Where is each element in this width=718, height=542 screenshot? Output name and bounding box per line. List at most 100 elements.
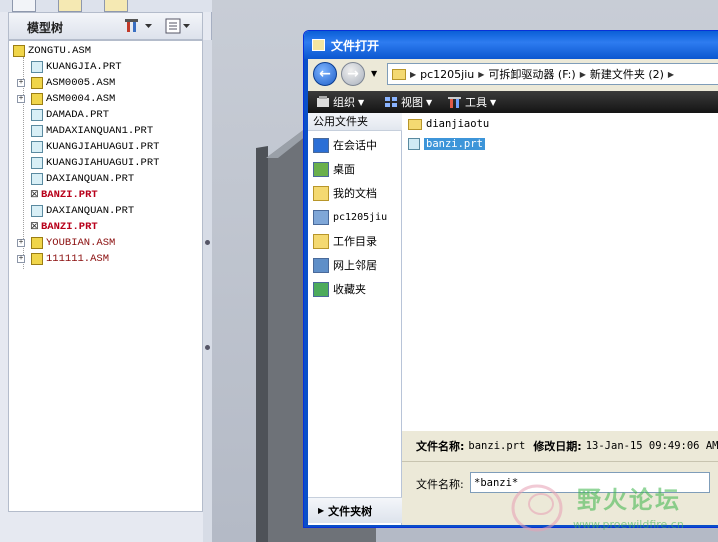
model-tree: ZONGTU.ASM KUANGJIA.PRT + ASM0005.ASM + ASM00…: [8, 40, 203, 512]
list-icon: [165, 18, 181, 34]
file-list: dianjiaotu banzi.prt: [402, 113, 718, 431]
tools-icon: [448, 97, 461, 108]
dialog-titlebar[interactable]: 文件打开: [304, 31, 718, 59]
tree-settings-button[interactable]: [125, 17, 152, 35]
monitor-icon: [313, 137, 329, 153]
file-open-dialog: 文件打开 ← → ▼ ▶ pc1205jiu ▶ 可拆卸驱动器 (F:) ▶ 新…: [303, 30, 718, 528]
tab-favorites[interactable]: [104, 0, 128, 12]
back-button[interactable]: ←: [313, 62, 337, 86]
expand-toggle-icon[interactable]: +: [17, 95, 25, 103]
tab-folder-browser[interactable]: [58, 0, 82, 12]
documents-folder-icon: [313, 185, 329, 201]
tree-item[interactable]: MADAXIANQUAN1.PRT: [9, 123, 199, 139]
part-icon: [31, 157, 43, 169]
path-breadcrumb[interactable]: ▶ pc1205jiu ▶ 可拆卸驱动器 (F:) ▶ 新建文件夹 (2) ▶: [387, 63, 718, 85]
organize-menu[interactable]: 组织 ▼: [316, 94, 364, 110]
panel-splitter[interactable]: [203, 40, 212, 542]
assembly-icon: [31, 237, 43, 249]
part-icon: [31, 125, 43, 137]
part-icon: [31, 141, 43, 153]
tree-item[interactable]: + ASM0005.ASM: [9, 75, 199, 91]
sidebar-item-my-documents[interactable]: 我的文档: [313, 183, 377, 203]
sidebar-header: 公用文件夹: [308, 113, 402, 131]
triangle-right-icon: ▶: [318, 506, 325, 515]
computer-icon: [313, 209, 329, 225]
folder-icon: [392, 68, 406, 80]
tree-item-label: KUANGJIAHUAGUI.PRT: [46, 157, 160, 169]
tree-item-label: KUANGJIAHUAGUI.PRT: [46, 141, 160, 153]
folder-tree-toggle[interactable]: ▶ 文件夹树: [308, 497, 402, 523]
model-tree-panel: 模型树 ZONGTU.ASM KUANGJIA.PRT + ASM0005.ASM + A…: [0, 0, 212, 542]
filename-row: 文件名称:: [402, 461, 718, 525]
suppressed-mark-icon: ⊠: [30, 189, 39, 201]
list-item-file[interactable]: banzi.prt: [408, 135, 485, 153]
breadcrumb-item[interactable]: pc1205jiu: [420, 68, 474, 81]
sidebar-item-desktop[interactable]: 桌面: [313, 159, 355, 179]
tree-item-label: MADAXIANQUAN1.PRT: [46, 125, 154, 137]
tools-menu[interactable]: 工具 ▼: [448, 94, 496, 110]
forward-button[interactable]: →: [341, 62, 365, 86]
address-bar: ← → ▼ ▶ pc1205jiu ▶ 可拆卸驱动器 (F:) ▶ 新建文件夹 …: [308, 59, 718, 91]
favorites-icon: [313, 281, 329, 297]
sidebar-item-session[interactable]: 在会话中: [313, 135, 377, 155]
chevron-down-icon: ▼: [426, 97, 433, 107]
tree-item[interactable]: KUANGJIAHUAGUI.PRT: [9, 139, 199, 155]
tree-item[interactable]: KUANGJIAHUAGUI.PRT: [9, 155, 199, 171]
sidebar-item-working-directory[interactable]: 工作目录: [313, 231, 377, 251]
sidebar-item-network[interactable]: 网上邻居: [313, 255, 377, 275]
tree-item[interactable]: DAXIANQUAN.PRT: [9, 203, 199, 219]
tree-item-label: BANZI.PRT: [41, 189, 98, 201]
assembly-icon: [31, 253, 43, 265]
tree-item[interactable]: DAMADA.PRT: [9, 107, 199, 123]
filename-input[interactable]: [470, 472, 710, 493]
tree-item[interactable]: ZONGTU.ASM: [9, 43, 199, 59]
expand-toggle-icon[interactable]: +: [17, 239, 25, 247]
tree-item-label: 111111.ASM: [46, 253, 110, 265]
dialog-folder-icon: [312, 39, 325, 51]
sidebar-item-favorites[interactable]: 收藏夹: [313, 279, 366, 299]
part-icon: [31, 173, 43, 185]
tree-item-label: KUANGJIA.PRT: [46, 61, 122, 73]
breadcrumb-item[interactable]: 新建文件夹 (2): [590, 66, 664, 82]
part-icon: [31, 61, 43, 73]
network-icon: [313, 257, 329, 273]
panel-tabs: [0, 0, 212, 12]
folder-icon: [408, 118, 422, 130]
expand-toggle-icon[interactable]: +: [17, 79, 25, 87]
tree-item-label: BANZI.PRT: [41, 221, 98, 233]
arrow-left-icon: ←: [319, 66, 331, 82]
dialog-title: 文件打开: [331, 39, 380, 53]
tree-item-label: YOUBIAN.ASM: [46, 237, 116, 249]
tree-item-label: ASM0005.ASM: [46, 77, 116, 89]
tree-show-button[interactable]: [165, 17, 190, 35]
chevron-down-icon: ▼: [490, 97, 497, 107]
tree-item[interactable]: ⊠ BANZI.PRT: [9, 219, 199, 235]
views-menu[interactable]: 视图 ▼: [384, 94, 432, 110]
chevron-down-icon: [145, 23, 152, 28]
model-tree-title: 模型树: [27, 21, 64, 35]
tree-item[interactable]: +111111.ASM: [9, 251, 199, 267]
part-icon: [31, 205, 43, 217]
part-file-icon: [408, 138, 420, 150]
sidebar-item-computer[interactable]: pc1205jiu: [313, 207, 387, 227]
expand-toggle-icon[interactable]: +: [17, 255, 25, 263]
tools-icon: [125, 19, 138, 32]
part-icon: [31, 109, 43, 121]
history-dropdown[interactable]: ▼: [371, 69, 377, 78]
tree-item-label: DAXIANQUAN.PRT: [46, 173, 135, 185]
working-folder-icon: [313, 233, 329, 249]
tree-item[interactable]: KUANGJIA.PRT: [9, 59, 199, 75]
tab-model-tree[interactable]: [12, 0, 36, 12]
chevron-down-icon: [183, 23, 190, 28]
tree-item[interactable]: + ASM0004.ASM: [9, 91, 199, 107]
views-icon: [385, 97, 397, 107]
assembly-icon: [31, 93, 43, 105]
tree-item[interactable]: DAXIANQUAN.PRT: [9, 171, 199, 187]
list-item-folder[interactable]: dianjiaotu: [408, 115, 489, 133]
tree-item[interactable]: + YOUBIAN.ASM: [9, 235, 199, 251]
tree-item[interactable]: ⊠ BANZI.PRT: [9, 187, 199, 203]
assembly-icon: [31, 77, 43, 89]
breadcrumb-item[interactable]: 可拆卸驱动器 (F:): [488, 66, 575, 82]
organize-icon: [317, 96, 329, 107]
desktop-icon: [313, 161, 329, 177]
